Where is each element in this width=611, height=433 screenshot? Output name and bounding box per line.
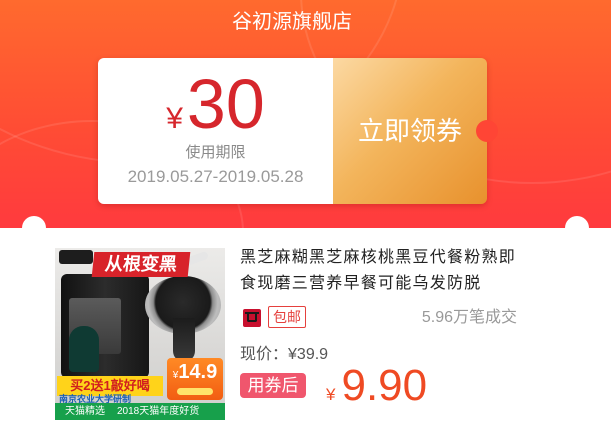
validity-range: 2019.05.27-2019.05.28: [127, 167, 304, 186]
product-image[interactable]: 从根变黑 买2送1敲好喝 ¥14.9 南京农业大学研制 天猫精选 2018天猫年…: [55, 248, 225, 420]
free-shipping-tag: 包邮: [268, 306, 306, 328]
image-banner: 从根变黑: [91, 252, 191, 277]
validity-label: 使用期限: [185, 144, 246, 161]
sales-count: 5.96万笔成交: [421, 309, 517, 326]
final-price-value: 9.90: [341, 361, 428, 410]
coupon-info: ¥30 使用期限 2019.05.27-2019.05.28: [98, 58, 333, 204]
image-price-tag: ¥14.9: [167, 358, 223, 400]
image-price-value: 14.9: [178, 361, 218, 383]
coupon-currency: ¥: [166, 102, 183, 135]
coupon-amount: ¥30: [98, 69, 333, 139]
coupon-card: ¥30 使用期限 2019.05.27-2019.05.28 立即领券: [98, 58, 498, 204]
claim-coupon-label: 立即领券: [357, 116, 462, 146]
final-price: ¥ 9.90: [326, 364, 427, 408]
after-coupon-badge: 用券后: [240, 373, 306, 398]
model-figure: [69, 326, 99, 372]
current-price-value: ¥39.9: [288, 346, 329, 363]
image-badge-left: 天猫精选: [65, 406, 105, 417]
price-pill: [177, 388, 213, 395]
store-header: 谷初源旗舰店 ¥30 使用期限 2019.05.27-2019.05.28 立即…: [0, 0, 611, 228]
sesame-drip: [173, 318, 195, 362]
ticket-notch-right: [565, 216, 589, 228]
store-name: 谷初源旗舰店: [232, 11, 352, 33]
image-badge-right: 2018天猫年度好货: [117, 406, 200, 417]
image-badge-strip: 天猫精选 2018天猫年度好货: [55, 403, 225, 420]
current-price: 现价：¥39.9: [240, 345, 328, 365]
claim-coupon-button[interactable]: 立即领券: [333, 58, 487, 204]
jar-lid: [59, 250, 93, 264]
current-price-label: 现价：: [240, 346, 289, 363]
coupon-notch: [476, 120, 498, 142]
product-title[interactable]: 黑芝麻糊黑芝麻核桃黑豆代餐粉熟即食现磨三营养早餐可能乌发防脱: [240, 245, 522, 297]
tmall-icon: [243, 309, 261, 327]
final-price-currency: ¥: [326, 385, 336, 404]
image-promo: 买2送1敲好喝: [57, 376, 163, 396]
coupon-value: 30: [186, 65, 265, 143]
